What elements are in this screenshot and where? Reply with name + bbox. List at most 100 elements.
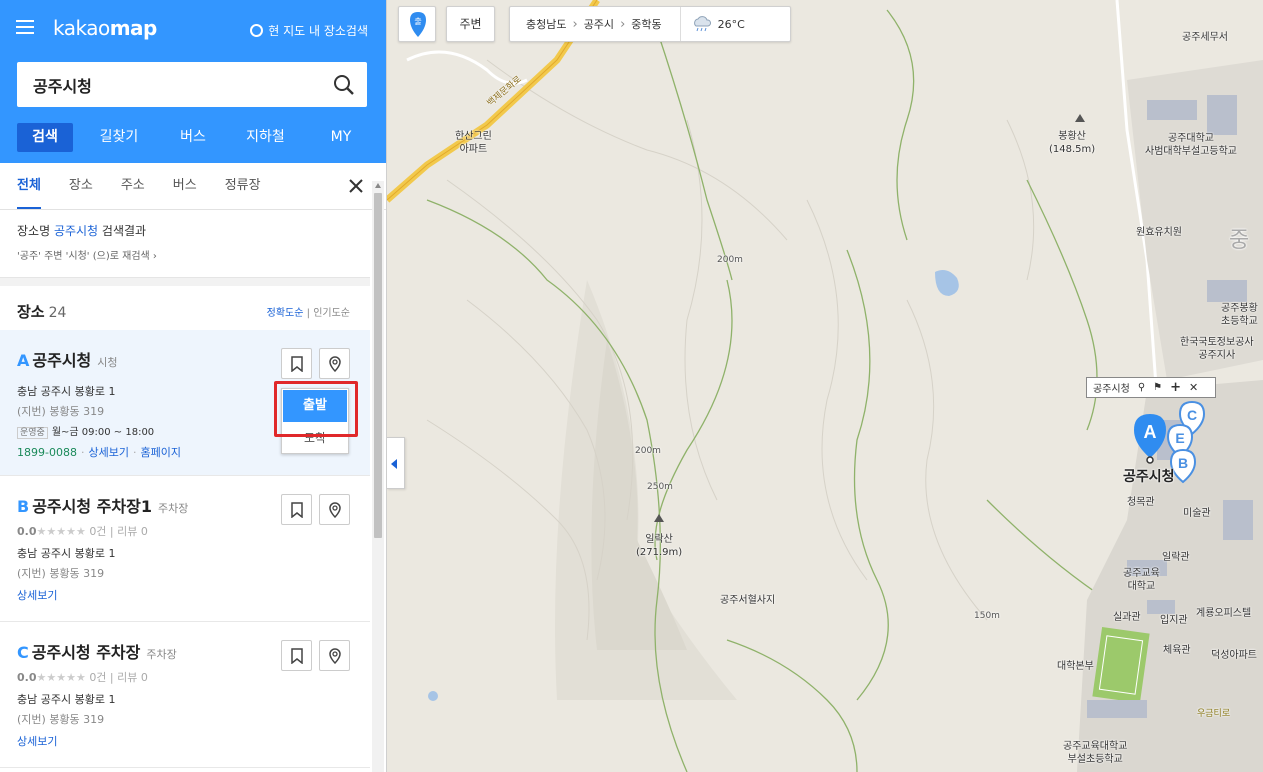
label-wonhyo-kindergarten[interactable]: 원효유치원 [1136,223,1182,238]
label-ilraksan[interactable]: 일락산 (271.9m) [636,533,682,559]
svg-text:C: C [1187,407,1197,423]
marker-toggle-button[interactable]: 출 [398,6,436,42]
label-elevation-250: 250m [647,482,673,492]
area-search-toggle[interactable]: 현 지도 내 장소검색 [250,22,368,39]
place-rating: 0.0★★★★★ 0건 | 리뷰 0 [17,671,148,684]
label-art-museum[interactable]: 미술관 [1183,504,1211,519]
plus-icon[interactable]: + [1170,380,1181,395]
label-hq[interactable]: 대학본부 [1057,657,1094,672]
collapse-sidebar-button[interactable] [387,437,405,489]
label-ipji[interactable]: 입지관 [1160,611,1188,626]
bookmark-button[interactable] [281,494,312,525]
sort-popular[interactable]: 인기도순 [313,308,350,319]
location-button[interactable] [319,494,350,525]
result-title: 장소명 공주시청 검색결과 [17,224,147,238]
bookmark-icon [291,502,303,518]
subtab-address[interactable]: 주소 [121,163,145,209]
label-district: 중 [1229,228,1250,253]
location-button[interactable] [319,640,350,671]
divider [0,278,370,286]
tab-my[interactable]: MY [310,123,372,152]
kakaomap-logo[interactable]: kakaomap [53,16,157,40]
tab-bus[interactable]: 버스 [165,123,221,152]
bookmark-button[interactable] [281,348,312,379]
tab-subway[interactable]: 지하철 [221,123,310,152]
homepage-link[interactable]: 홈페이지 [140,446,180,459]
label-gym[interactable]: 체육관 [1163,641,1191,656]
menu-icon[interactable] [16,20,34,34]
scrollbar[interactable] [372,181,384,772]
place-links: 상세보기 [17,587,353,603]
tab-directions[interactable]: 길찾기 [73,123,165,152]
research-link[interactable]: '공주' 주변 '시청' (으)로 재검색 › [17,247,353,262]
pin-icon [329,648,341,664]
subtab-bus[interactable]: 버스 [173,163,197,209]
sort-options: 정확도순 | 인기도순 [266,308,350,319]
sort-accuracy[interactable]: 정확도순 [267,308,304,319]
label-deokseong-apt[interactable]: 덕성아파트 [1211,646,1257,661]
label-kongju-univ-hs[interactable]: 공주대학교 사범대학부설고등학교 [1145,132,1237,158]
tooltip-label: 공주시청 [1093,384,1130,395]
place-card[interactable]: C 공주시청 주차장 주차장 0.0★★★★★ 0건 | 리뷰 0 충남 공주시 봉… [0,622,370,768]
label-bonghwangsan[interactable]: 봉황산 (148.5m) [1049,130,1095,156]
place-phone[interactable]: 1899-0088 [17,446,77,459]
rain-cloud-icon [693,16,711,32]
place-card[interactable]: B 공주시청 주차장1 주차장 0.0★★★★★ 0건 | 리뷰 0 충남 공주시 … [0,476,370,622]
svg-text:출: 출 [414,16,421,26]
detail-link[interactable]: 상세보기 [88,446,128,459]
subtab-stop[interactable]: 정류장 [225,163,261,209]
detail-link[interactable]: 상세보기 [17,589,57,602]
label-seohyeolsa[interactable]: 공주서혈사지 [720,591,775,606]
subtab-all[interactable]: 전체 [17,163,41,209]
detail-link[interactable]: 상세보기 [17,735,57,748]
label-edu-univ[interactable]: 공주교육 대학교 [1123,567,1160,593]
place-links: 상세보기 [17,733,353,749]
label-elem-school[interactable]: 공주교육대학교 부설초등학교 [1063,740,1127,766]
label-hansan-apt[interactable]: 한산그린 아파트 [455,130,492,156]
pin-icon [329,502,341,518]
search-input[interactable] [17,62,317,107]
result-list: 장소명 공주시청 검색결과 '공주' 주변 '시청' (으)로 재검색 › 장소… [0,210,370,768]
location-button[interactable] [319,348,350,379]
location-breadcrumb: 충청남도 › 공주시 › 중학동 26°C [509,6,791,42]
label-elevation-200: 200m [717,255,743,265]
place-rating: 0.0★★★★★ 0건 | 리뷰 0 [17,525,148,538]
close-icon[interactable] [348,178,364,194]
place-tooltip[interactable]: 공주시청 ⚲ ⚑ + ✕ [1086,377,1216,398]
label-tax-office[interactable]: 공주세무서 [1182,28,1228,43]
sidebar-header: kakaomap 현 지도 내 장소검색 검색 길찾기 버스 지하철 MY [0,0,386,163]
crumb-city[interactable]: 공주시 [578,16,620,32]
area-search-label: 현 지도 내 장소검색 [268,24,368,38]
star-icons: ★★★★★ [36,671,86,684]
label-ilrakgwan[interactable]: 일락관 [1162,548,1190,563]
nearby-button[interactable]: 주변 [446,6,495,42]
label-cheongmok[interactable]: 청목관 [1127,493,1155,508]
label-gyeryong-officetel[interactable]: 계룡오피스텔 [1196,604,1251,619]
label-ugeumti-road: 우금티로 [1197,709,1231,719]
place-address: 충남 공주시 봉황로 1 [17,547,116,560]
subtab-place[interactable]: 장소 [69,163,93,209]
pin-outline-icon[interactable]: ⚲ [1138,382,1145,393]
label-elevation-150: 150m [974,611,1000,621]
svg-text:E: E [1175,430,1184,446]
places-header: 장소 24 정확도순 | 인기도순 [0,286,370,330]
main-tabs: 검색 길찾기 버스 지하철 MY [17,123,372,152]
label-city-hall[interactable]: 공주시청 [1123,466,1175,486]
crumb-dong[interactable]: 중학동 [625,16,667,32]
crumb-province[interactable]: 충청남도 [510,16,572,32]
scroll-up-icon[interactable] [375,183,381,188]
place-jibun: (지번) 봉황동 319 [17,713,105,726]
weather-widget[interactable]: 26°C [679,7,745,41]
label-silgwa[interactable]: 실과관 [1113,608,1141,623]
label-bonghwang-school[interactable]: 공주봉황 초등학교 [1221,302,1258,328]
bookmark-icon [291,356,303,372]
label-lx-office[interactable]: 한국국토정보공사 공주지사 [1180,336,1254,362]
tab-search[interactable]: 검색 [17,123,73,152]
close-icon[interactable]: ✕ [1189,381,1198,394]
search-icon[interactable] [333,74,355,96]
temperature: 26°C [717,17,745,31]
scroll-thumb[interactable] [374,193,382,538]
bookmark-button[interactable] [281,640,312,671]
route-icon[interactable]: ⚑ [1153,382,1162,393]
bookmark-icon [291,648,303,664]
